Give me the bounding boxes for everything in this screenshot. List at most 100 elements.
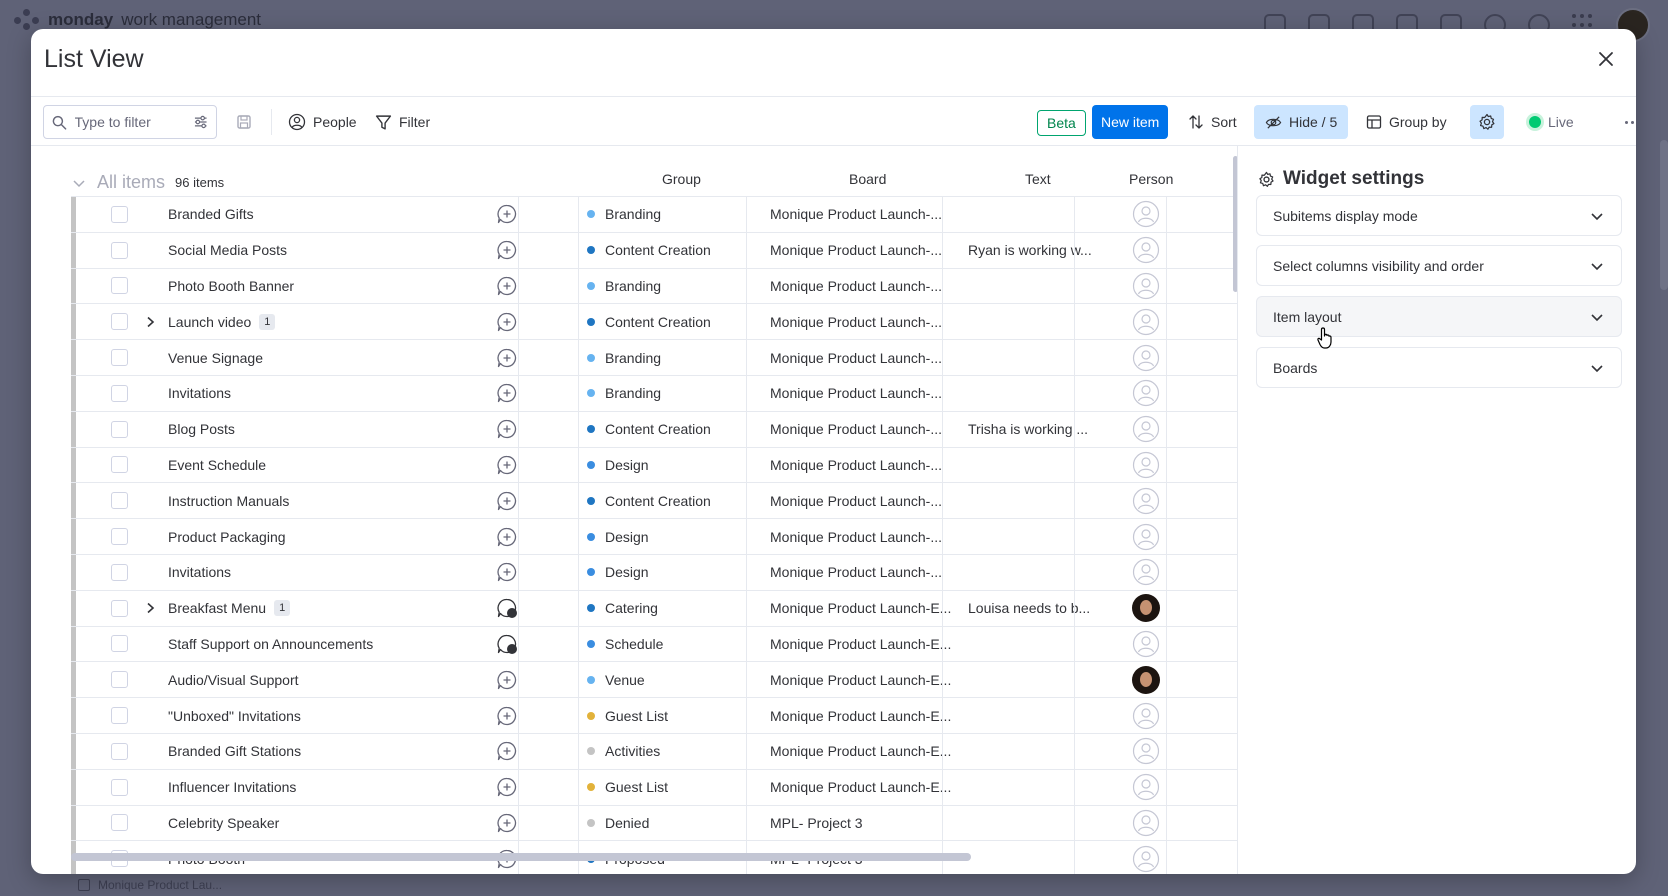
- table-row[interactable]: Breakfast Menu 1 Catering Monique Produc…: [71, 589, 1237, 626]
- filter-options-icon[interactable]: [193, 114, 208, 130]
- person-cell[interactable]: [1132, 594, 1160, 623]
- board-cell[interactable]: Monique Product Launch-...: [770, 206, 942, 222]
- table-row[interactable]: Instruction Manuals Content Creation Mon…: [71, 482, 1237, 519]
- row-checkbox[interactable]: [111, 563, 128, 581]
- board-cell[interactable]: Monique Product Launch-E...: [770, 708, 951, 724]
- expand-subitems-icon[interactable]: [143, 315, 157, 329]
- group-cell[interactable]: Design: [587, 529, 649, 545]
- board-cell[interactable]: Monique Product Launch-...: [770, 242, 942, 258]
- group-cell[interactable]: Content Creation: [587, 421, 711, 437]
- column-header-text[interactable]: Text: [1025, 171, 1051, 187]
- add-update-icon[interactable]: [496, 382, 518, 404]
- group-cell[interactable]: Schedule: [587, 636, 663, 652]
- widget-settings-button[interactable]: [1470, 105, 1504, 139]
- row-checkbox[interactable]: [111, 635, 128, 653]
- table-row[interactable]: Invitations Branding Monique Product Lau…: [71, 374, 1237, 411]
- column-header-board[interactable]: Board: [849, 171, 886, 187]
- person-cell[interactable]: [1132, 379, 1160, 407]
- row-checkbox[interactable]: [111, 528, 128, 546]
- table-row[interactable]: Branded Gifts Branding Monique Product L…: [71, 196, 1237, 232]
- add-update-icon[interactable]: [496, 203, 518, 225]
- add-update-icon[interactable]: [496, 311, 518, 333]
- person-cell[interactable]: [1132, 558, 1160, 586]
- add-update-icon[interactable]: [496, 347, 518, 369]
- item-name-cell[interactable]: Breakfast Menu 1: [168, 600, 291, 617]
- item-name-cell[interactable]: Invitations: [168, 385, 231, 401]
- item-name-cell[interactable]: Staff Support on Announcements: [168, 636, 373, 652]
- row-checkbox[interactable]: [111, 742, 128, 760]
- add-update-icon[interactable]: [496, 454, 518, 476]
- board-cell[interactable]: Monique Product Launch-E...: [770, 600, 951, 616]
- add-update-icon[interactable]: [496, 812, 518, 834]
- table-row[interactable]: Event Schedule Design Monique Product La…: [71, 446, 1237, 483]
- board-cell[interactable]: Monique Product Launch-...: [770, 457, 942, 473]
- row-checkbox[interactable]: [111, 384, 128, 402]
- group-by-button[interactable]: Group by: [1359, 105, 1454, 139]
- board-cell[interactable]: Monique Product Launch-E...: [770, 672, 951, 688]
- add-update-icon[interactable]: [496, 275, 518, 297]
- group-header[interactable]: All items 96 items: [71, 172, 224, 193]
- item-name-cell[interactable]: Invitations: [168, 564, 231, 580]
- row-checkbox[interactable]: [111, 277, 128, 295]
- new-item-button[interactable]: New item: [1092, 105, 1169, 139]
- group-cell[interactable]: Design: [587, 457, 649, 473]
- group-cell[interactable]: Denied: [587, 815, 649, 831]
- add-update-icon[interactable]: [496, 776, 518, 798]
- group-cell[interactable]: Catering: [587, 600, 658, 616]
- person-cell[interactable]: [1132, 809, 1160, 837]
- board-cell[interactable]: Monique Product Launch-...: [770, 350, 942, 366]
- row-checkbox[interactable]: [111, 814, 128, 832]
- close-button[interactable]: [1592, 45, 1620, 73]
- people-filter-button[interactable]: People: [281, 105, 364, 139]
- column-header-group[interactable]: Group: [662, 171, 701, 187]
- group-cell[interactable]: Branding: [587, 206, 661, 222]
- item-name-cell[interactable]: Branded Gift Stations: [168, 743, 301, 759]
- updates-count-icon[interactable]: [496, 597, 518, 619]
- hide-columns-button[interactable]: Hide / 5: [1254, 105, 1349, 139]
- more-options-button[interactable]: [1619, 105, 1636, 139]
- add-update-icon[interactable]: [496, 526, 518, 548]
- add-update-icon[interactable]: [496, 561, 518, 583]
- board-cell[interactable]: MPL- Project 3: [770, 815, 863, 831]
- group-cell[interactable]: Branding: [587, 278, 661, 294]
- chevron-down-icon[interactable]: [71, 175, 87, 191]
- add-update-icon[interactable]: [496, 740, 518, 762]
- accordion-subitems-display-mode[interactable]: Subitems display mode: [1256, 195, 1622, 236]
- add-update-icon[interactable]: [496, 705, 518, 727]
- accordion-columns-visibility[interactable]: Select columns visibility and order: [1256, 245, 1622, 286]
- board-cell[interactable]: Monique Product Launch-...: [770, 421, 942, 437]
- item-name-cell[interactable]: Social Media Posts: [168, 242, 287, 258]
- item-name-cell[interactable]: Influencer Invitations: [168, 779, 296, 795]
- group-cell[interactable]: Branding: [587, 350, 661, 366]
- table-row[interactable]: Staff Support on Announcements Schedule …: [71, 625, 1237, 662]
- group-cell[interactable]: Content Creation: [587, 493, 711, 509]
- person-cell[interactable]: [1132, 200, 1160, 228]
- row-checkbox[interactable]: [111, 671, 128, 689]
- board-cell[interactable]: Monique Product Launch-...: [770, 278, 942, 294]
- accordion-boards[interactable]: Boards: [1256, 347, 1622, 388]
- row-checkbox[interactable]: [111, 492, 128, 510]
- expand-subitems-icon[interactable]: [143, 601, 157, 615]
- table-row[interactable]: Photo Booth Banner Branding Monique Prod…: [71, 267, 1237, 304]
- row-checkbox[interactable]: [111, 241, 128, 259]
- item-name-cell[interactable]: Branded Gifts: [168, 206, 254, 222]
- sort-button[interactable]: Sort: [1181, 105, 1244, 139]
- add-update-icon[interactable]: [496, 418, 518, 440]
- table-row[interactable]: "Unboxed" Invitations Guest List Monique…: [71, 697, 1237, 733]
- table-row[interactable]: Branded Gift Stations Activities Monique…: [71, 732, 1237, 769]
- group-cell[interactable]: Activities: [587, 743, 660, 759]
- person-cell[interactable]: [1132, 451, 1160, 479]
- person-cell[interactable]: [1132, 523, 1160, 551]
- row-checkbox[interactable]: [111, 205, 128, 223]
- person-cell[interactable]: [1132, 487, 1160, 515]
- item-name-cell[interactable]: Venue Signage: [168, 350, 263, 366]
- person-cell[interactable]: [1132, 236, 1160, 264]
- group-cell[interactable]: Content Creation: [587, 242, 711, 258]
- person-cell[interactable]: [1132, 630, 1160, 658]
- save-view-button[interactable]: [227, 105, 261, 139]
- item-name-cell[interactable]: Instruction Manuals: [168, 493, 289, 509]
- item-name-cell[interactable]: "Unboxed" Invitations: [168, 708, 301, 724]
- add-update-icon[interactable]: [496, 239, 518, 261]
- person-cell[interactable]: [1132, 272, 1160, 300]
- group-cell[interactable]: Guest List: [587, 708, 668, 724]
